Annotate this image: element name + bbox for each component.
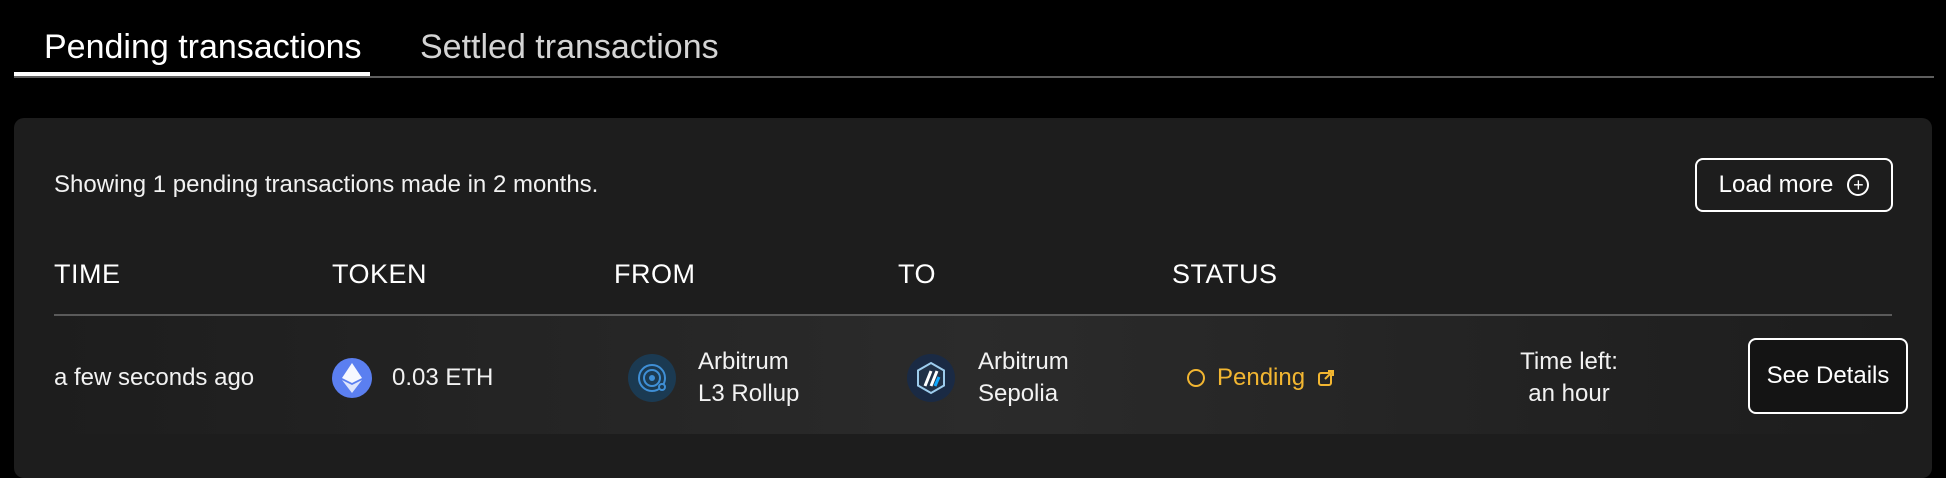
row-from-chain-line1: Arbitrum: [698, 348, 789, 375]
load-more-button[interactable]: Load more +: [1695, 158, 1893, 212]
status-badge: Pending: [1187, 362, 1335, 394]
plus-circle-icon: +: [1847, 174, 1870, 196]
active-tab-indicator: [14, 72, 370, 76]
time-left-label: Time left:: [1520, 348, 1618, 375]
column-header-time: TIME: [54, 259, 121, 289]
row-token-amount: 0.03 ETH: [392, 364, 494, 391]
column-header-status: STATUS: [1172, 259, 1278, 289]
ethereum-icon: [332, 358, 372, 398]
load-more-label: Load more: [1718, 171, 1834, 198]
row-to-chain-line2: Sepolia: [978, 380, 1059, 407]
external-link-icon[interactable]: [1317, 369, 1335, 387]
status-label: Pending: [1217, 364, 1306, 391]
time-left-value: an hour: [1528, 380, 1610, 407]
time-left: Time left: an hour: [1494, 346, 1644, 410]
row-from-chain-line2: L3 Rollup: [698, 380, 800, 407]
tab-settled-transactions[interactable]: Settled transactions: [420, 26, 719, 68]
row-to-chain-line1: Arbitrum: [978, 348, 1069, 375]
transactions-panel: Showing 1 pending transactions made in 2…: [14, 118, 1932, 478]
see-details-button[interactable]: See Details: [1748, 338, 1908, 414]
table-row: a few seconds ago 0.03 ETH Arbitrum L3 R…: [54, 316, 1908, 434]
transactions-summary: Showing 1 pending transactions made in 2…: [54, 171, 599, 198]
tab-pending-transactions[interactable]: Pending transactions: [44, 26, 362, 68]
column-header-to: TO: [898, 259, 937, 289]
column-header-token: TOKEN: [332, 259, 428, 289]
column-header-from: FROM: [614, 259, 696, 289]
transactions-tab-bar: Pending transactions Settled transaction…: [14, 0, 1934, 78]
arbitrum-icon: [907, 354, 955, 402]
pending-circle-icon: [1187, 369, 1205, 387]
l3-rollup-chain-icon: [628, 354, 676, 402]
row-time: a few seconds ago: [54, 364, 255, 391]
